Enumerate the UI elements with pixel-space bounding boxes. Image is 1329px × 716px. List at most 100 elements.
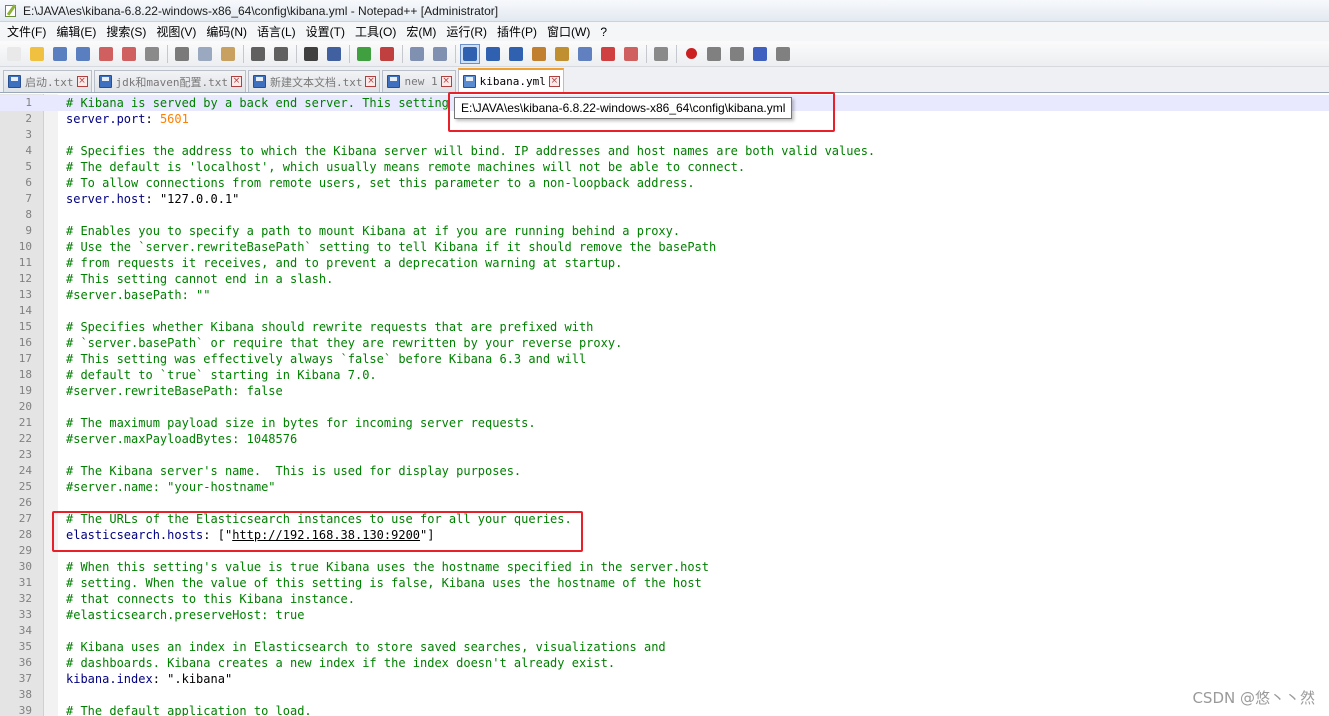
line-text[interactable]: # The default application to load. xyxy=(66,703,312,716)
sync-horizontal-button[interactable] xyxy=(430,44,450,64)
menu-item-7[interactable]: 工具(O) xyxy=(352,23,403,40)
menu-item-4[interactable]: 编码(N) xyxy=(203,23,254,40)
code-line[interactable]: 7 server.host: "127.0.0.1" xyxy=(0,191,1329,207)
code-line[interactable]: 32 # that connects to this Kibana instanc… xyxy=(0,591,1329,607)
close-icon[interactable]: × xyxy=(230,76,242,87)
menu-item-8[interactable]: 宏(M) xyxy=(403,23,443,40)
print-button[interactable] xyxy=(142,44,162,64)
tab-3[interactable]: new 1 × xyxy=(382,70,456,92)
code-line[interactable]: 18 # default to `true` starting in Kibana… xyxy=(0,367,1329,383)
code-line[interactable]: 33 #elasticsearch.preserveHost: true xyxy=(0,607,1329,623)
line-text[interactable]: # The default is 'localhost', which usua… xyxy=(66,159,745,175)
replace-button[interactable] xyxy=(324,44,344,64)
cut-button[interactable] xyxy=(172,44,192,64)
menu-item-10[interactable]: 插件(P) xyxy=(494,23,544,40)
code-line[interactable]: 26 xyxy=(0,495,1329,511)
code-line[interactable]: 11 # from requests it receives, and to pr… xyxy=(0,255,1329,271)
line-text[interactable]: # Use the `server.rewriteBasePath` setti… xyxy=(66,239,716,255)
code-line[interactable]: 30 # When this setting's value is true Ki… xyxy=(0,559,1329,575)
line-text[interactable]: # The Kibana server's name. This is used… xyxy=(66,463,521,479)
code-line[interactable]: 14 xyxy=(0,303,1329,319)
editor[interactable]: 1 # Kibana is served by a back end server… xyxy=(0,94,1329,716)
line-text[interactable]: # This setting was effectively always `f… xyxy=(66,351,586,367)
line-text[interactable]: #elasticsearch.preserveHost: true xyxy=(66,607,304,623)
line-text[interactable]: # default to `true` starting in Kibana 7… xyxy=(66,367,377,383)
paste-button[interactable] xyxy=(218,44,238,64)
code-line[interactable]: 13 #server.basePath: "" xyxy=(0,287,1329,303)
code-line[interactable]: 35 # Kibana uses an index in Elasticsearc… xyxy=(0,639,1329,655)
save-macro-button[interactable] xyxy=(773,44,793,64)
line-text[interactable]: #server.name: "your-hostname" xyxy=(66,479,276,495)
code-line[interactable]: 39 # The default application to load. xyxy=(0,703,1329,716)
line-text[interactable]: server.host: "127.0.0.1" xyxy=(66,191,239,207)
word-wrap-button[interactable] xyxy=(460,43,480,64)
save-all-button[interactable] xyxy=(73,44,93,64)
code-line[interactable]: 4 # Specifies the address to which the Ki… xyxy=(0,143,1329,159)
show-all-chars-button[interactable] xyxy=(483,44,503,64)
line-text[interactable]: #server.rewriteBasePath: false xyxy=(66,383,283,399)
menu-item-0[interactable]: 文件(F) xyxy=(4,23,53,40)
tab-1[interactable]: jdk和maven配置.txt × xyxy=(93,70,246,92)
code-line[interactable]: 24 # The Kibana server's name. This is us… xyxy=(0,463,1329,479)
close-icon[interactable]: × xyxy=(548,75,560,87)
menu-item-5[interactable]: 语言(L) xyxy=(254,23,303,40)
menu-item-12[interactable]: ? xyxy=(597,25,614,39)
code-line[interactable]: 36 # dashboards. Kibana creates a new ind… xyxy=(0,655,1329,671)
code-line[interactable]: 17 # This setting was effectively always … xyxy=(0,351,1329,367)
save-button[interactable] xyxy=(50,44,70,64)
line-text[interactable]: #server.basePath: "" xyxy=(66,287,211,303)
code-lines[interactable]: 1 # Kibana is served by a back end server… xyxy=(0,95,1329,716)
code-line[interactable]: 15 # Specifies whether Kibana should rewr… xyxy=(0,319,1329,335)
folder-workspace-button[interactable] xyxy=(598,44,618,64)
line-text[interactable]: kibana.index: ".kibana" xyxy=(66,671,232,687)
code-line[interactable]: 22 #server.maxPayloadBytes: 1048576 xyxy=(0,431,1329,447)
menu-item-1[interactable]: 编辑(E) xyxy=(53,23,103,40)
line-text[interactable]: # Specifies whether Kibana should rewrit… xyxy=(66,319,593,335)
code-line[interactable]: 34 xyxy=(0,623,1329,639)
code-line[interactable]: 9 # Enables you to specify a path to moun… xyxy=(0,223,1329,239)
code-line[interactable]: 16 # `server.basePath` or require that th… xyxy=(0,335,1329,351)
code-line[interactable]: 38 xyxy=(0,687,1329,703)
zoom-in-button[interactable] xyxy=(354,44,374,64)
new-file-button[interactable] xyxy=(4,44,24,64)
run-macro-multiple-button[interactable] xyxy=(750,44,770,64)
code-line[interactable]: 8 xyxy=(0,207,1329,223)
close-button[interactable] xyxy=(96,44,116,64)
record-macro-button[interactable] xyxy=(681,44,701,64)
line-text[interactable]: # setting. When the value of this settin… xyxy=(66,575,702,591)
line-text[interactable]: # that connects to this Kibana instance. xyxy=(66,591,355,607)
code-line[interactable]: 12 # This setting cannot end in a slash. xyxy=(0,271,1329,287)
code-line[interactable]: 37 kibana.index: ".kibana" xyxy=(0,671,1329,687)
line-text[interactable]: # `server.basePath` or require that they… xyxy=(66,335,622,351)
tab-2[interactable]: 新建文本文档.txt × xyxy=(247,70,381,92)
undo-button[interactable] xyxy=(248,44,268,64)
code-line[interactable]: 21 # The maximum payload size in bytes fo… xyxy=(0,415,1329,431)
line-text[interactable]: # To allow connections from remote users… xyxy=(66,175,695,191)
line-text[interactable]: # When this setting's value is true Kiba… xyxy=(66,559,709,575)
code-line[interactable]: 6 # To allow connections from remote user… xyxy=(0,175,1329,191)
zoom-out-button[interactable] xyxy=(377,44,397,64)
play-macro-button[interactable] xyxy=(727,44,747,64)
line-text[interactable]: # Specifies the address to which the Kib… xyxy=(66,143,875,159)
redo-button[interactable] xyxy=(271,44,291,64)
function-list-button[interactable] xyxy=(575,44,595,64)
line-text[interactable]: # The maximum payload size in bytes for … xyxy=(66,415,536,431)
code-line[interactable]: 10 # Use the `server.rewriteBasePath` set… xyxy=(0,239,1329,255)
code-line[interactable]: 23 xyxy=(0,447,1329,463)
tab-4[interactable]: kibana.yml × xyxy=(457,68,564,92)
line-text[interactable]: # Kibana uses an index in Elasticsearch … xyxy=(66,639,666,655)
line-text[interactable]: #server.maxPayloadBytes: 1048576 xyxy=(66,431,297,447)
code-line[interactable]: 31 # setting. When the value of this sett… xyxy=(0,575,1329,591)
indent-guide-button[interactable] xyxy=(506,44,526,64)
code-line[interactable]: 5 # The default is 'localhost', which usu… xyxy=(0,159,1329,175)
udl-button[interactable] xyxy=(529,44,549,64)
open-file-button[interactable] xyxy=(27,44,47,64)
code-line[interactable]: 19 #server.rewriteBasePath: false xyxy=(0,383,1329,399)
menu-item-2[interactable]: 搜索(S) xyxy=(103,23,153,40)
menu-item-9[interactable]: 运行(R) xyxy=(443,23,494,40)
line-text[interactable]: # dashboards. Kibana creates a new index… xyxy=(66,655,615,671)
menu-item-11[interactable]: 窗口(W) xyxy=(544,23,597,40)
line-text[interactable]: # Enables you to specify a path to mount… xyxy=(66,223,680,239)
menu-item-6[interactable]: 设置(T) xyxy=(303,23,352,40)
stop-macro-button[interactable] xyxy=(704,44,724,64)
